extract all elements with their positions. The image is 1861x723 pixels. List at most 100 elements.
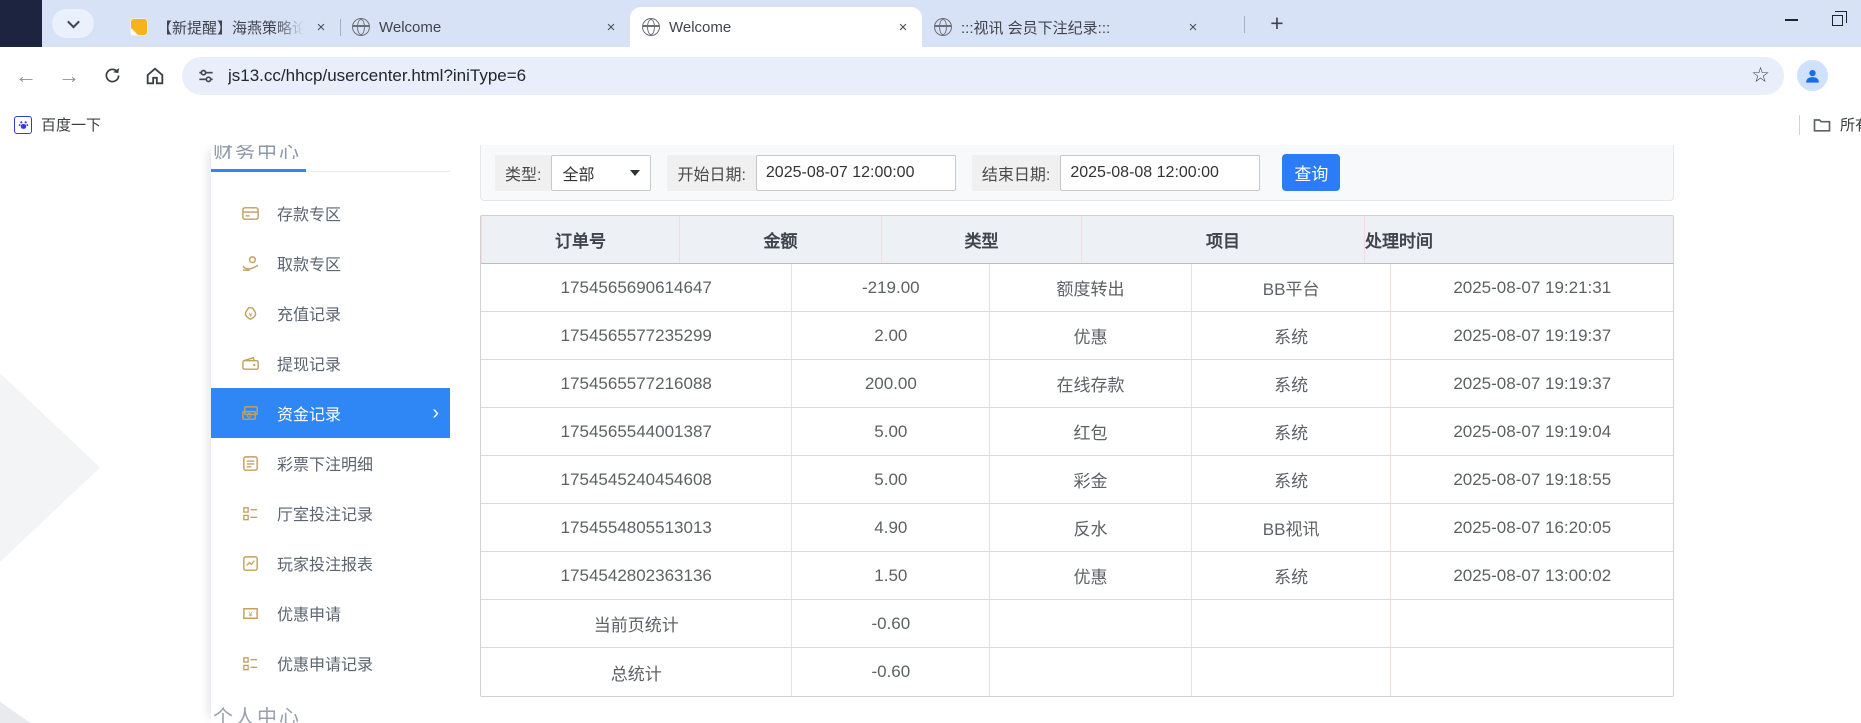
- sidebar-section-title-clipped: 财务中心: [213, 145, 301, 159]
- end-date-input[interactable]: 2025-08-08 12:00:00: [1060, 154, 1261, 191]
- new-tab-button[interactable]: +: [1262, 8, 1292, 38]
- sidebar-item-label: 厅室投注记录: [277, 507, 374, 524]
- sidebar-item-label: 存款专区: [277, 207, 342, 224]
- site-settings-icon[interactable]: [196, 66, 216, 86]
- sidebar-item[interactable]: 优惠申请记录 ›: [211, 638, 450, 688]
- table-row: 当前页统计 -0.60: [481, 600, 1673, 648]
- chevron-down-icon: [66, 15, 80, 29]
- sidebar-item[interactable]: 充值记录 ›: [211, 288, 450, 338]
- browser-toolbar: ← → js13.cc/hhcp/usercenter.html?iniType…: [0, 47, 1861, 104]
- home-button[interactable]: [138, 59, 172, 93]
- order-number-cell: 1754565544001387: [560, 421, 712, 441]
- folder-icon: [1812, 115, 1832, 135]
- doc-list-icon: [241, 454, 260, 473]
- table-body: 1754565690614647 -219.00 额度转出 BB平台 2025-…: [481, 264, 1673, 696]
- bookmarks-bar: 百度一下 所有书签: [0, 104, 1861, 145]
- sidebar-item-label: 取款专区: [277, 257, 342, 274]
- table-row: 1754545240454608 5.00 彩金 系统 2025-08-07 1…: [481, 456, 1673, 504]
- type-select[interactable]: 全部: [551, 154, 652, 191]
- amount-cell: 1.50: [791, 552, 989, 599]
- type-label: 类型:: [495, 154, 552, 191]
- tab-title: Welcome: [379, 18, 442, 36]
- sidebar-item[interactable]: 存款专区 ›: [211, 188, 450, 238]
- moneybag-icon: [241, 304, 260, 323]
- sidebar-item-label: 彩票下注明细: [277, 457, 374, 474]
- sidebar-item[interactable]: 取款专区 ›: [211, 238, 450, 288]
- sidebar-item[interactable]: 优惠申请 ›: [211, 588, 450, 638]
- table-row: 总统计 -0.60: [481, 648, 1673, 696]
- reload-button[interactable]: [95, 59, 129, 93]
- sidebar-menu: 存款专区 › 取款专区 › 充值记录 › 提现记录: [211, 188, 450, 688]
- sidebar-item[interactable]: 厅室投注记录 ›: [211, 488, 450, 538]
- sidebar-item-label: 资金记录: [277, 407, 342, 424]
- order-number-cell: 总统计: [610, 664, 662, 684]
- bookmark-label: 百度一下: [41, 117, 102, 134]
- forward-button[interactable]: →: [52, 59, 86, 93]
- tab-close-icon[interactable]: ×: [1184, 18, 1202, 36]
- chevron-right-icon: ›: [432, 402, 439, 424]
- order-number-cell: 当前页统计: [593, 616, 679, 635]
- time-cell: 2025-08-07 19:19:37: [1390, 360, 1673, 407]
- tab-close-icon[interactable]: ×: [312, 18, 330, 36]
- url-text[interactable]: js13.cc/hhcp/usercenter.html?iniType=6: [228, 66, 1751, 86]
- browser-tab[interactable]: Welcome ×: [630, 7, 922, 47]
- table-row: 1754565544001387 5.00 红包 系统 2025-08-07 1…: [481, 408, 1673, 456]
- project-cell: BB平台: [1190, 264, 1391, 311]
- project-cell: BB视讯: [1190, 504, 1391, 551]
- project-cell: 系统: [1190, 552, 1391, 599]
- sidebar-item-label: 充值记录: [277, 307, 342, 324]
- type-cell: [989, 600, 1191, 647]
- records-table: 订单号 金额 类型 项目 处理时间 1754565690614647 -219.…: [480, 215, 1674, 697]
- order-number-cell: 1754554805513013: [560, 517, 712, 537]
- all-bookmarks-button[interactable]: 所有书签: [1812, 114, 1861, 135]
- type-cell: 优惠: [989, 312, 1191, 359]
- project-cell: 系统: [1190, 408, 1391, 455]
- bookmark-star-icon[interactable]: ☆: [1751, 63, 1770, 88]
- bookmark-item[interactable]: 百度一下: [14, 114, 101, 135]
- wallet-icon: [241, 354, 260, 373]
- table-row: 1754554805513013 4.90 反水 BB视讯 2025-08-07…: [481, 504, 1673, 552]
- project-cell: [1190, 600, 1391, 647]
- order-number-cell: 1754565577216088: [560, 373, 712, 393]
- minimize-icon[interactable]: [1785, 19, 1798, 21]
- tab-search-button[interactable]: [52, 9, 94, 38]
- back-button[interactable]: ←: [9, 59, 43, 93]
- sidebar-item[interactable]: 提现记录 ›: [211, 338, 450, 388]
- baidu-favicon-icon: [14, 115, 32, 134]
- type-cell: 额度转出: [989, 264, 1191, 311]
- tab-close-icon[interactable]: ×: [894, 18, 912, 36]
- table-row: 1754565577216088 200.00 在线存款 系统 2025-08-…: [481, 360, 1673, 408]
- time-cell: 2025-08-07 13:00:02: [1390, 552, 1673, 599]
- sidebar-item[interactable]: 玩家投注报表 ›: [211, 538, 450, 588]
- query-button[interactable]: 查询: [1282, 154, 1341, 191]
- sidebar-title-underline: [211, 169, 450, 172]
- tab-close-icon[interactable]: ×: [602, 18, 620, 36]
- browser-tab[interactable]: :::视讯 会员下注纪录::: ×: [922, 7, 1212, 47]
- time-cell: 2025-08-07 19:19:37: [1390, 312, 1673, 359]
- chart-report-icon: [241, 554, 260, 573]
- restore-window-icon[interactable]: [1832, 10, 1847, 26]
- sidebar-item[interactable]: 彩票下注明细 ›: [211, 438, 450, 488]
- time-cell: [1390, 648, 1673, 696]
- amount-cell: -219.00: [791, 264, 989, 311]
- browser-tab[interactable]: 【新提醒】海燕策略论坛综合交 ×: [118, 7, 340, 47]
- order-number-cell: 1754565690614647: [560, 277, 712, 297]
- address-bar[interactable]: js13.cc/hhcp/usercenter.html?iniType=6 ☆: [182, 56, 1784, 95]
- time-cell: 2025-08-07 16:20:05: [1390, 504, 1673, 551]
- select-caret-icon: [630, 169, 641, 176]
- filter-bar: 类型: 全部 开始日期: 2025-08-07 12:00:00 结束日期: 2…: [480, 145, 1674, 201]
- tab-favicon-icon: [934, 18, 952, 36]
- project-cell: 系统: [1190, 360, 1391, 407]
- type-cell: 彩金: [989, 456, 1191, 503]
- profile-avatar[interactable]: [1797, 60, 1828, 91]
- start-date-input[interactable]: 2025-08-07 12:00:00: [755, 154, 956, 191]
- sidebar-item[interactable]: 资金记录 ›: [211, 388, 450, 438]
- order-number-cell: 1754545240454608: [560, 469, 712, 489]
- end-date-label: 结束日期:: [971, 154, 1061, 191]
- table-header-cell: 金额: [679, 216, 881, 263]
- tab-strip: 【新提醒】海燕策略论坛综合交 × Welcome × Welcome × :::…: [0, 0, 1861, 47]
- project-cell: 系统: [1190, 312, 1391, 359]
- home-icon: [144, 65, 166, 87]
- browser-tab[interactable]: Welcome ×: [340, 7, 630, 47]
- type-cell: 在线存款: [989, 360, 1191, 407]
